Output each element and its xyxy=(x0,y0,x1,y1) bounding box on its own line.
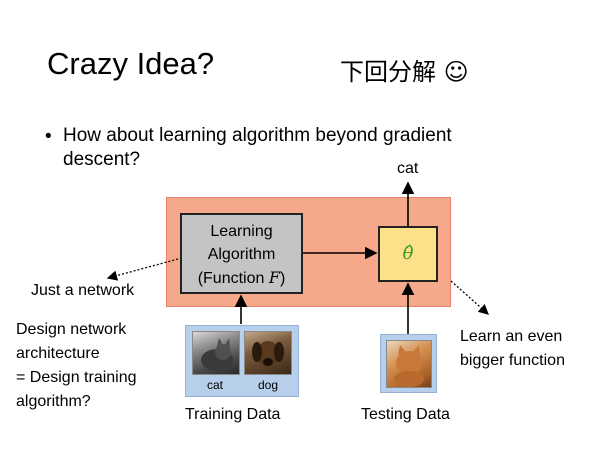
testing-data-panel xyxy=(380,334,437,393)
design-note-line-1: Design network xyxy=(16,321,127,338)
testing-data-caption: Testing Data xyxy=(361,406,450,423)
test-cat-silhouette-icon xyxy=(394,345,424,387)
design-note: Design network architecture = Design tra… xyxy=(16,318,137,414)
dotted-left-callout xyxy=(106,258,179,281)
cat-photo xyxy=(192,331,240,375)
training-data-panel: cat dog xyxy=(185,325,299,397)
right-callout: Learn an even bigger function xyxy=(460,325,565,373)
right-callout-line-2: bigger function xyxy=(460,352,565,369)
train-cat-label: cat xyxy=(207,378,224,392)
test-cat-photo xyxy=(386,340,432,388)
train-dog-label: dog xyxy=(258,378,279,392)
training-data-caption: Training Data xyxy=(185,406,281,423)
left-callout: Just a network xyxy=(31,282,135,299)
right-callout-line-1: Learn an even xyxy=(460,328,563,345)
dotted-right-callout xyxy=(450,280,489,315)
dog-photo xyxy=(244,331,292,375)
design-note-line-4: algorithm? xyxy=(16,393,91,410)
design-note-line-3: = Design training xyxy=(16,369,137,386)
design-note-line-2: architecture xyxy=(16,345,100,362)
cat-silhouette-icon xyxy=(201,338,233,371)
dog-silhouette-icon xyxy=(252,341,284,367)
